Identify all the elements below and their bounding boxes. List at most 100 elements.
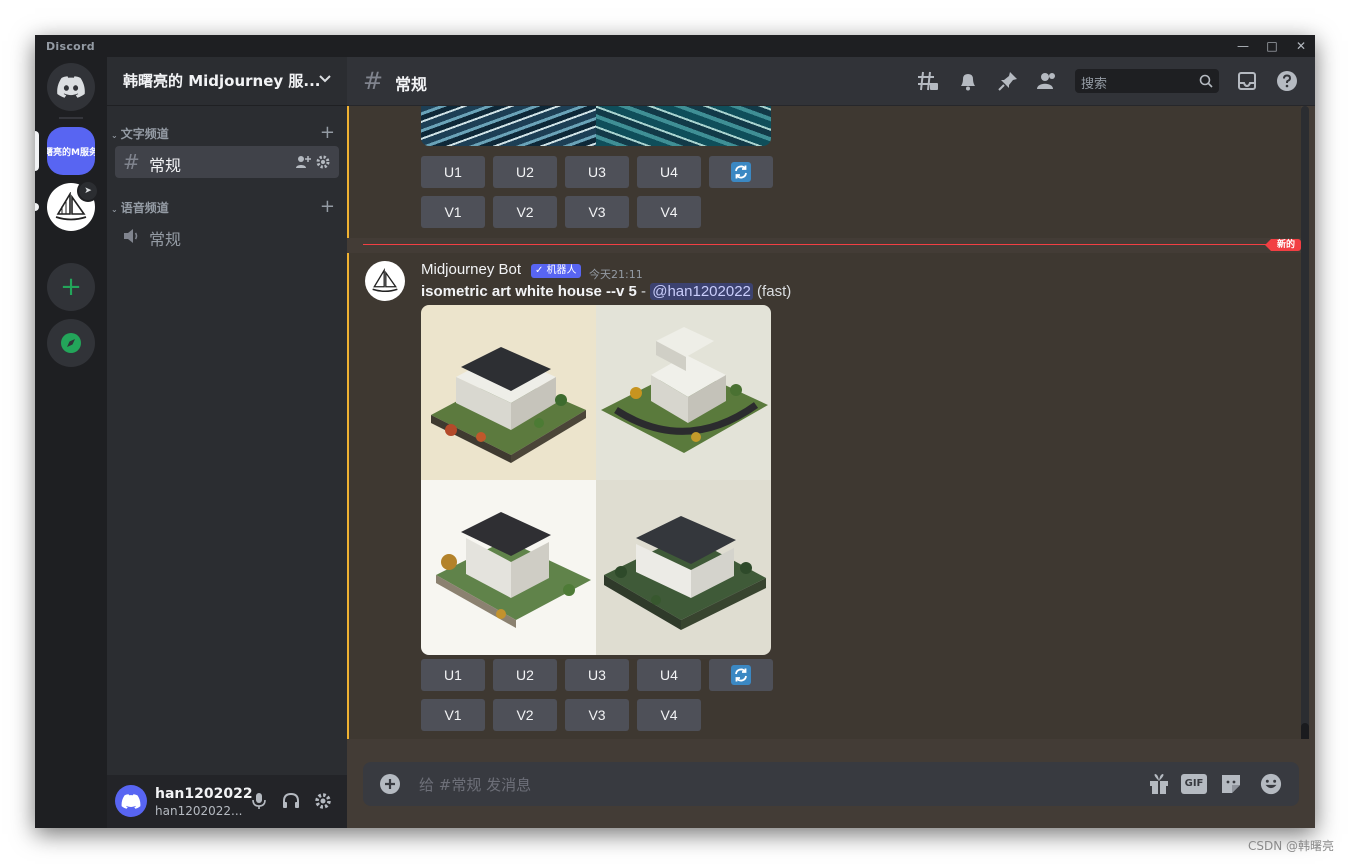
emoji-picker-icon[interactable] — [1259, 773, 1283, 795]
gear-icon[interactable] — [315, 154, 331, 170]
scrollbar-track[interactable] — [1301, 106, 1309, 739]
category-text-channels[interactable]: ⌄ 文字频道 — [111, 125, 169, 142]
guild-name: 韩曙亮的 Midjourney 服... — [123, 72, 321, 90]
message-prompt: isometric art white house --v 5 - @han12… — [421, 283, 791, 300]
microphone-icon[interactable] — [249, 791, 269, 811]
upscale-button-u2[interactable]: U2 — [493, 659, 557, 691]
username: han1202022 — [155, 786, 253, 802]
category-voice-channels[interactable]: ⌄ 语音频道 — [111, 199, 169, 216]
sailboat-icon — [372, 268, 398, 293]
channel-title: 常规 — [395, 75, 428, 94]
message-input-placeholder: 给 #常规 发消息 — [419, 776, 532, 794]
headphones-icon[interactable] — [281, 791, 301, 811]
help-icon[interactable] — [1276, 70, 1298, 92]
inbox-icon[interactable] — [1236, 70, 1258, 92]
rail-separator — [59, 117, 83, 119]
hash-icon: # — [123, 150, 140, 174]
title-bar: Discord — □ ✕ — [35, 35, 1315, 57]
user-settings-gear-icon[interactable] — [313, 791, 333, 811]
house-illustration — [436, 512, 591, 628]
user-tag: han1202022... — [155, 804, 243, 818]
gif-picker-button[interactable]: GIF — [1181, 774, 1207, 794]
variation-button-v2[interactable]: V2 — [493, 196, 557, 228]
upscale-button-u2[interactable]: U2 — [493, 156, 557, 188]
guild-header[interactable]: 韩曙亮的 Midjourney 服... — [107, 57, 347, 106]
wave-image-tile[interactable] — [421, 106, 596, 146]
generated-image-2[interactable] — [596, 305, 771, 480]
house-illustration — [431, 347, 586, 463]
close-icon[interactable]: ✕ — [1287, 38, 1315, 54]
variation-button-v4[interactable]: V4 — [637, 699, 701, 731]
threads-icon[interactable] — [917, 70, 939, 92]
minimize-icon[interactable]: — — [1229, 38, 1257, 54]
channel-general-text[interactable]: # 常规 — [115, 146, 339, 178]
generated-image-grid[interactable] — [421, 305, 771, 655]
upscale-button-u3[interactable]: U3 — [565, 156, 629, 188]
create-channel-plus-icon[interactable]: + — [320, 124, 335, 142]
gift-icon[interactable] — [1147, 773, 1171, 795]
house-illustration — [604, 516, 766, 630]
message-author[interactable]: Midjourney Bot — [421, 261, 521, 278]
wave-image-tile[interactable] — [596, 106, 771, 146]
variation-button-v1[interactable]: V1 — [421, 196, 485, 228]
discord-logo-icon — [57, 76, 85, 98]
plus-icon: + — [60, 272, 82, 302]
search-icon — [1199, 74, 1213, 88]
reroll-button[interactable] — [709, 156, 773, 188]
active-server-pill — [35, 131, 39, 171]
reroll-button[interactable] — [709, 659, 773, 691]
server-label: 曙亮的M服务 — [47, 147, 95, 158]
upscale-button-row: U1 U2 U3 U4 — [421, 659, 773, 691]
variation-button-v4[interactable]: V4 — [637, 196, 701, 228]
variation-button-v3[interactable]: V3 — [565, 699, 629, 731]
avatar[interactable] — [115, 785, 147, 817]
refresh-icon — [731, 665, 751, 685]
generated-image-3[interactable] — [421, 480, 596, 655]
generation-mode: (fast) — [752, 283, 792, 300]
search-input[interactable]: 搜索 — [1075, 69, 1219, 93]
attach-plus-icon[interactable] — [379, 773, 401, 795]
explore-servers-button[interactable] — [47, 319, 95, 367]
add-server-button[interactable]: + — [47, 263, 95, 311]
create-channel-plus-icon[interactable]: + — [320, 198, 335, 216]
user-mention[interactable]: @han1202022 — [650, 283, 753, 300]
variation-button-v1[interactable]: V1 — [421, 699, 485, 731]
message-composer[interactable]: 给 #常规 发消息 GIF — [363, 762, 1299, 806]
invite-member-icon[interactable] — [295, 154, 311, 170]
chat-area: # 常规 搜索 U1 U2 U3 U4 V1 V2 V3 V4 新的 Midjo… — [347, 57, 1315, 828]
bot-badge: ✓ 机器人 — [531, 264, 581, 278]
watermark: CSDN @韩曙亮 — [1247, 839, 1334, 853]
upscale-button-u3[interactable]: U3 — [565, 659, 629, 691]
sticker-icon[interactable] — [1219, 773, 1243, 795]
hash-icon: # — [363, 67, 384, 95]
channel-header: # 常规 搜索 — [347, 57, 1315, 106]
upscale-button-u4[interactable]: U4 — [637, 156, 701, 188]
server-midjourney[interactable]: ➤ — [47, 180, 99, 231]
home-button[interactable] — [47, 63, 95, 111]
new-messages-divider — [363, 244, 1285, 245]
speaker-icon — [124, 229, 138, 243]
category-label: 语音频道 — [120, 201, 169, 215]
previous-image-grid[interactable] — [421, 106, 771, 146]
upscale-button-u4[interactable]: U4 — [637, 659, 701, 691]
upscale-button-u1[interactable]: U1 — [421, 156, 485, 188]
generated-image-4[interactable] — [596, 480, 771, 655]
variation-button-v2[interactable]: V2 — [493, 699, 557, 731]
message-timestamp: 今天21:11 — [589, 268, 643, 281]
scrollbar-thumb[interactable] — [1301, 723, 1309, 739]
search-placeholder: 搜索 — [1081, 77, 1108, 92]
server-midjourney-han[interactable]: 曙亮的M服务 — [47, 127, 95, 175]
variation-button-v3[interactable]: V3 — [565, 196, 629, 228]
upscale-button-u1[interactable]: U1 — [421, 659, 485, 691]
maximize-icon[interactable]: □ — [1258, 38, 1286, 54]
channel-general-voice[interactable]: 常规 — [115, 220, 339, 252]
bell-icon[interactable] — [957, 70, 979, 92]
member-list-icon[interactable] — [1036, 70, 1058, 92]
variation-button-row: V1 V2 V3 V4 — [421, 196, 701, 228]
bot-message: Midjourney Bot ✓ 机器人 今天21:11 isometric a… — [347, 253, 1301, 739]
pin-icon[interactable] — [997, 70, 1019, 92]
generated-image-1[interactable] — [421, 305, 596, 480]
compass-icon — [61, 333, 81, 353]
bot-avatar[interactable] — [365, 261, 405, 301]
app-brand: Discord — [46, 40, 95, 53]
